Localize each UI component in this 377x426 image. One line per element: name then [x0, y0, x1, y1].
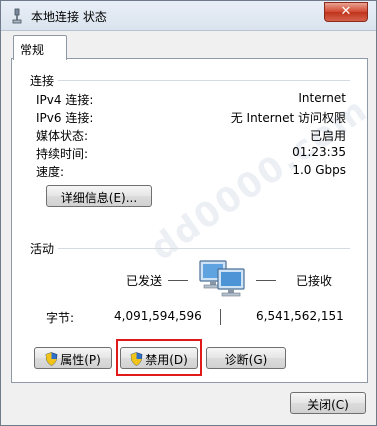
speed-row: 速度: 1.0 Gbps — [36, 163, 346, 179]
properties-label: 属性(P) — [60, 353, 101, 367]
speed-value: 1.0 Gbps — [292, 163, 346, 177]
media-state-value: 已启用 — [309, 129, 346, 143]
activity-group-label: 活动 — [30, 242, 55, 256]
tab-strip: 常规 — [11, 35, 368, 60]
ipv4-value: Internet — [298, 91, 346, 105]
uac-shield-icon — [45, 352, 58, 366]
received-dash — [256, 280, 276, 281]
speed-label: 速度: — [36, 165, 65, 179]
status-window: 本地连接 状态 ✕ 常规 dd0000.com 连接 IPv4 连接: Inte… — [0, 0, 377, 426]
ipv6-label: IPv6 连接: — [36, 111, 94, 125]
ipv4-row: IPv4 连接: Internet — [36, 91, 346, 107]
bytes-received-value: 6,541,562,151 — [256, 309, 344, 323]
bytes-label: 字节: — [46, 311, 75, 325]
media-state-label: 媒体状态: — [36, 129, 89, 143]
title-bar[interactable]: 本地连接 状态 ✕ — [1, 1, 376, 31]
close-button[interactable]: 关闭(C) — [290, 392, 366, 414]
duration-value: 01:23:35 — [292, 145, 346, 159]
connection-divider — [58, 80, 350, 81]
general-panel: dd0000.com 连接 IPv4 连接: Internet IPv6 连接:… — [11, 58, 376, 383]
title-close-button[interactable]: ✕ — [324, 2, 368, 22]
activity-divider — [58, 248, 350, 249]
diagnose-button[interactable]: 诊断(G) — [206, 347, 286, 369]
duration-row: 持续时间: 01:23:35 — [36, 145, 346, 161]
disable-highlight-box — [116, 339, 202, 376]
network-activity-icon — [199, 260, 245, 297]
sent-dash — [168, 280, 188, 281]
activity-separator — [220, 309, 221, 325]
connection-group-label: 连接 — [30, 74, 55, 88]
sent-label: 已发送 — [126, 274, 163, 288]
window-title: 本地连接 状态 — [31, 10, 107, 24]
properties-button[interactable]: 属性(P) — [34, 347, 112, 369]
close-icon: ✕ — [340, 4, 352, 19]
details-button[interactable]: 详细信息(E)... — [46, 185, 152, 207]
media-state-row: 媒体状态: 已启用 — [36, 127, 346, 143]
ipv6-row: IPv6 连接: 无 Internet 访问权限 — [36, 109, 346, 125]
ipv4-label: IPv4 连接: — [36, 93, 94, 107]
duration-label: 持续时间: — [36, 147, 89, 161]
bytes-sent-value: 4,091,594,596 — [114, 309, 202, 323]
tab-general[interactable]: 常规 — [13, 35, 67, 60]
network-connection-icon — [12, 8, 22, 24]
ipv6-value: 无 Internet 访问权限 — [230, 111, 346, 125]
received-label: 已接收 — [296, 274, 333, 288]
